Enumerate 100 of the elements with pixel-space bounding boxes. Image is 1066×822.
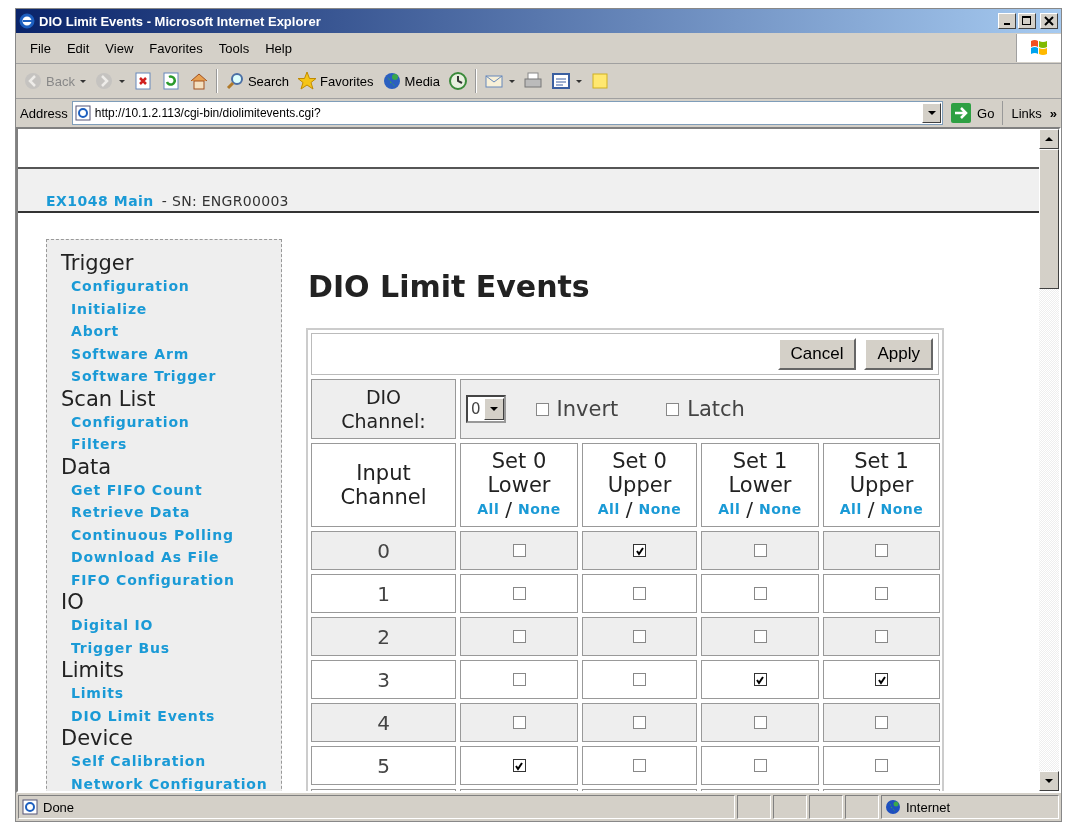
windows-logo-icon [1029, 38, 1049, 58]
close-button[interactable] [1040, 13, 1058, 29]
menu-item[interactable]: Tools [210, 40, 258, 56]
checkbox[interactable] [875, 630, 888, 643]
channel-select[interactable]: 0 [466, 395, 506, 423]
menu-item[interactable]: Edit [58, 40, 98, 56]
checkbox[interactable] [512, 587, 526, 600]
checkbox[interactable] [633, 587, 646, 600]
checkbox[interactable] [512, 716, 526, 729]
checkbox[interactable] [875, 759, 888, 772]
sidebar-link[interactable]: Abort [71, 323, 120, 339]
address-field[interactable]: http://10.1.2.113/cgi-bin/diolimitevents.cgi? [71, 101, 944, 125]
search-button[interactable]: Search [221, 69, 293, 93]
checkbox[interactable] [633, 630, 646, 643]
column-header: Set 1 Lower [727, 449, 793, 497]
sidebar-link[interactable]: Network Configuration [71, 775, 268, 791]
select-none-link[interactable]: None [758, 497, 802, 521]
checkbox[interactable] [753, 544, 767, 557]
sidebar-link[interactable]: Get FIFO Count [71, 481, 203, 498]
separator: / [867, 497, 875, 521]
browser-icon [19, 13, 35, 29]
checkbox[interactable] [753, 759, 767, 772]
status-panel [773, 795, 807, 819]
sidebar-link[interactable]: Trigger Bus [71, 639, 170, 656]
status-panel [845, 795, 879, 819]
sidebar-link[interactable]: DIO Limit Events [71, 707, 216, 724]
column-header: Set 0 Upper [606, 449, 673, 497]
sidebar-link[interactable]: Digital IO [71, 617, 154, 633]
address-label: Address [20, 105, 68, 121]
select-all-link[interactable]: All [477, 497, 500, 521]
select-none-link[interactable]: None [880, 497, 924, 521]
sidebar-link[interactable]: Filters [71, 436, 128, 452]
sidebar-link[interactable]: Configuration [71, 278, 190, 294]
select-all-link[interactable]: All [718, 497, 741, 521]
select-all-link[interactable]: All [597, 497, 620, 521]
checkbox[interactable] [875, 673, 888, 686]
caret-icon [489, 407, 498, 411]
sidebar-link[interactable]: Configuration [71, 413, 190, 430]
checkbox[interactable] [633, 759, 646, 772]
checkbox[interactable] [666, 402, 680, 416]
minimize-icon [1004, 23, 1010, 25]
sidebar-link[interactable]: FIFO Configuration [71, 571, 235, 588]
sidebar-link[interactable]: Self Calibration [71, 753, 206, 769]
scrollbar[interactable] [1039, 129, 1059, 791]
links-button[interactable]: Links [1007, 105, 1046, 121]
form-button[interactable]: Apply [864, 338, 933, 370]
stop-icon [132, 71, 153, 91]
table-cell: 1 [311, 574, 456, 613]
checkbox-label: Invert [556, 397, 619, 421]
globe-icon [885, 799, 901, 815]
select-none-link[interactable]: None [517, 497, 561, 521]
favorites-button[interactable]: Favorites [294, 69, 377, 93]
checkbox[interactable] [753, 716, 767, 729]
checkbox[interactable] [753, 587, 767, 600]
table-cell: 5 [311, 746, 456, 785]
section-heading: Limits [61, 659, 125, 682]
checkbox[interactable] [633, 544, 646, 557]
menu-item[interactable]: View [97, 40, 142, 56]
device-link[interactable]: EX1048 Main [46, 193, 154, 209]
minimize-button[interactable] [998, 13, 1016, 29]
maximize-button[interactable] [1018, 13, 1036, 29]
menu-item[interactable]: Favorites [141, 40, 211, 56]
page-icon [22, 799, 38, 815]
checkbox[interactable] [512, 544, 526, 557]
checkbox-label: Latch [687, 397, 745, 421]
sidebar-link[interactable]: Software Arm [71, 345, 190, 362]
form-button[interactable]: Cancel [777, 338, 857, 370]
dropdown-button[interactable] [922, 103, 942, 123]
media-icon [381, 71, 402, 91]
sidebar-link[interactable]: Download As File [71, 549, 220, 565]
history-icon [448, 71, 468, 91]
checkbox[interactable] [753, 673, 767, 686]
checkbox[interactable] [535, 402, 549, 416]
checkbox[interactable] [512, 630, 526, 643]
checkbox[interactable] [512, 673, 526, 686]
sidebar-link[interactable]: Initialize [71, 300, 148, 317]
checkbox[interactable] [512, 759, 526, 772]
checkbox[interactable] [633, 716, 646, 729]
menu-item[interactable]: Help [257, 40, 300, 56]
sidebar-link[interactable]: Limits [71, 685, 124, 701]
checkbox[interactable] [633, 673, 646, 686]
scroll-thumb[interactable] [1039, 149, 1059, 289]
home-icon [188, 71, 209, 91]
scroll-down-icon [1045, 779, 1053, 783]
section-heading: Device [61, 727, 134, 750]
media-button[interactable]: Media [378, 69, 443, 93]
select-none-link[interactable]: None [638, 497, 682, 521]
maximize-icon [1022, 16, 1032, 26]
separator: / [746, 497, 753, 521]
sidebar-link[interactable]: Continuous Polling [71, 526, 234, 543]
select-all-link[interactable]: All [839, 497, 862, 521]
checkbox[interactable] [875, 587, 888, 600]
sidebar-link[interactable]: Software Trigger [71, 368, 217, 384]
checkbox[interactable] [875, 716, 888, 729]
checkbox[interactable] [753, 630, 767, 643]
go-button[interactable]: Go [947, 101, 1004, 125]
more-button[interactable]: » [1049, 105, 1057, 121]
sidebar-link[interactable]: Retrieve Data [71, 504, 191, 520]
checkbox[interactable] [875, 544, 888, 557]
menu-item[interactable]: File [22, 40, 59, 56]
